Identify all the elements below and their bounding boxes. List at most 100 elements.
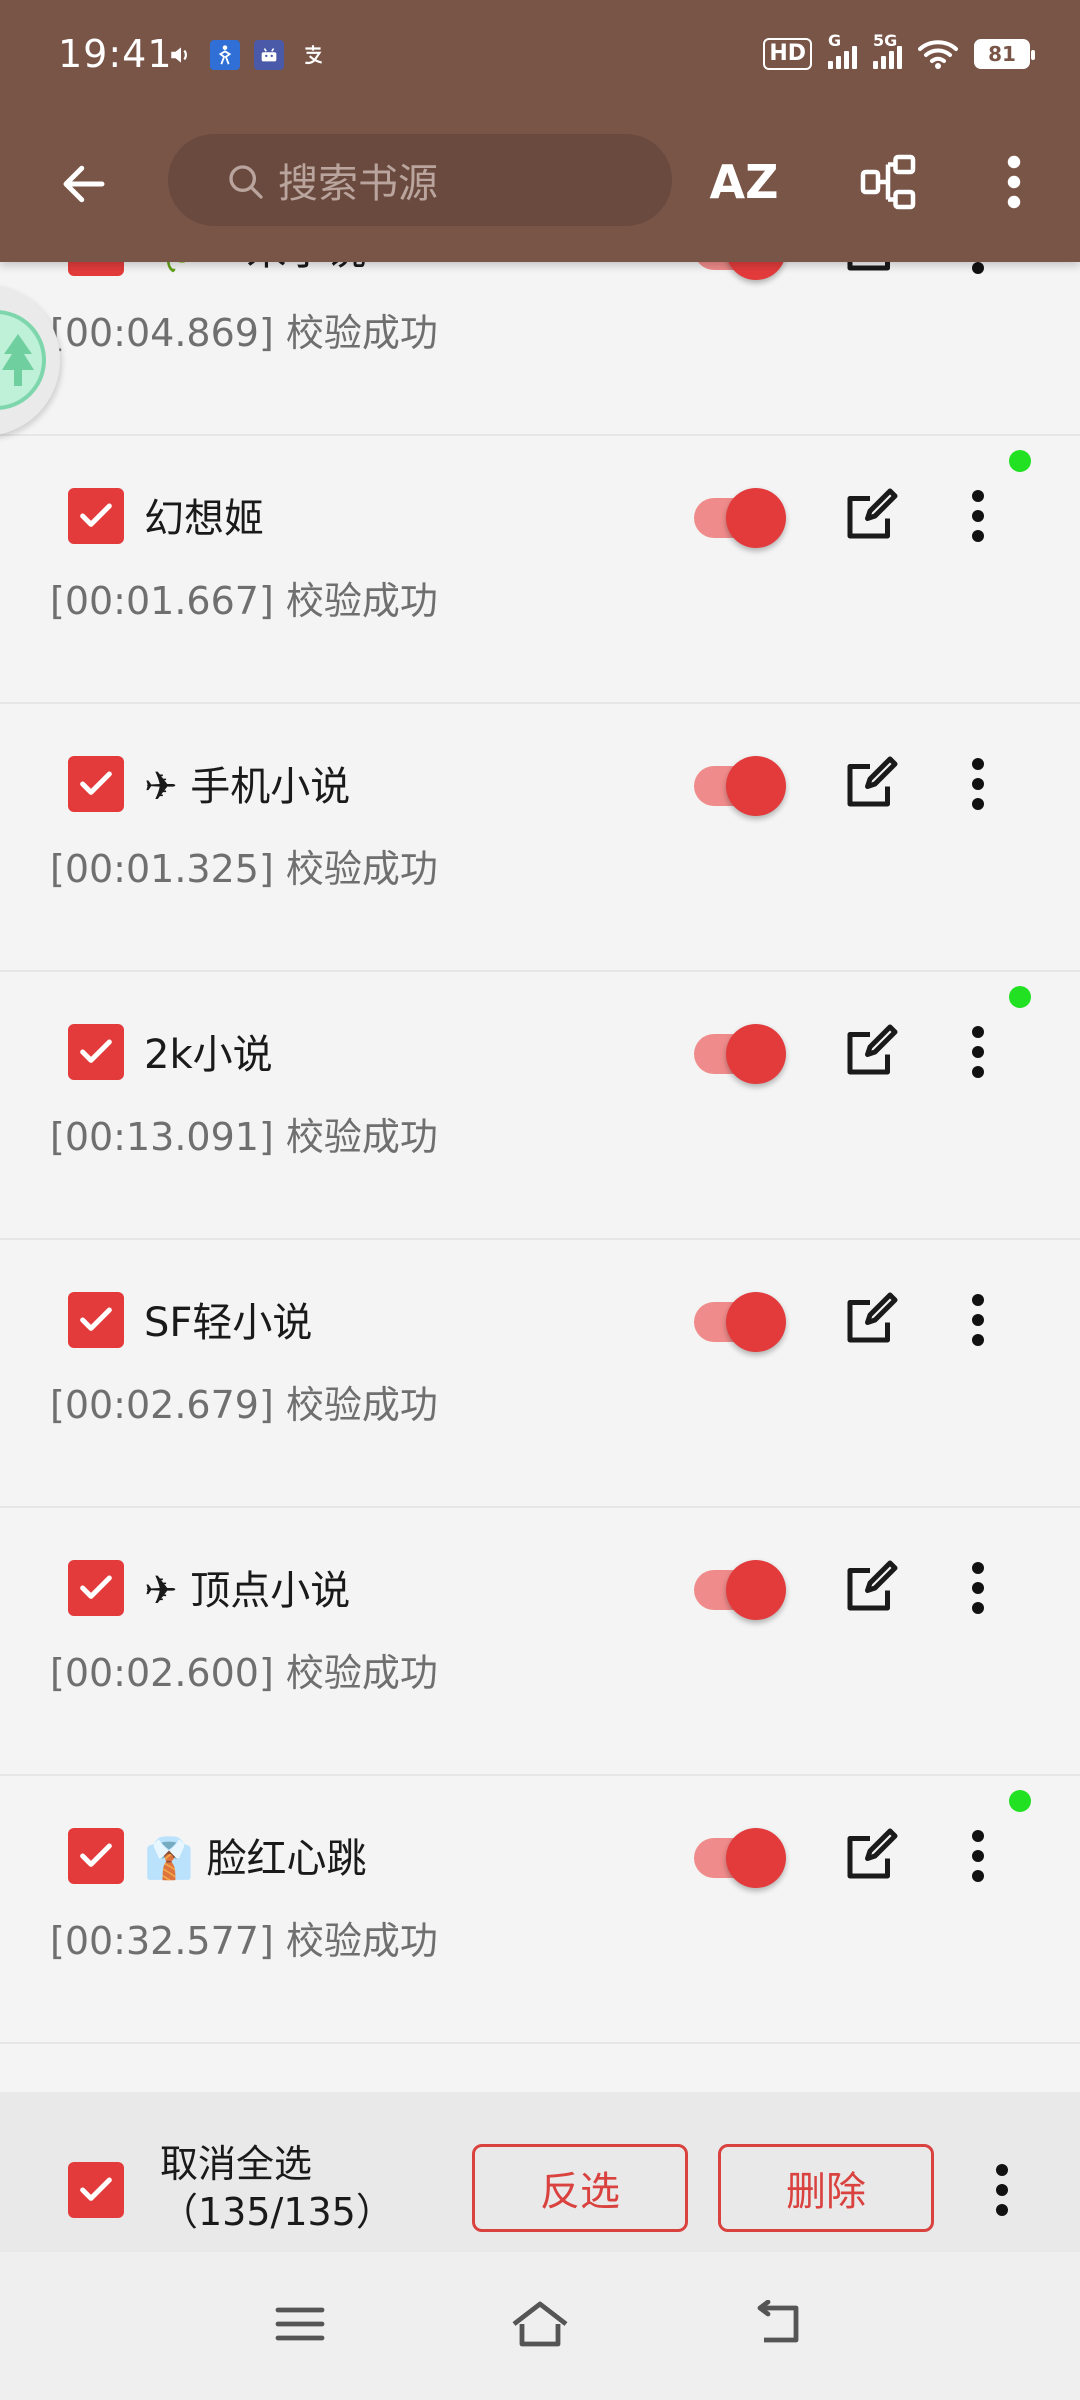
more-vertical-icon [972,262,984,274]
edit-icon [847,1024,898,1075]
more-vertical-icon [972,1026,984,1078]
enable-switch[interactable] [690,484,786,548]
alipay-icon [298,40,328,70]
group-tree-icon [860,154,916,210]
app-header: 19:41 HD G 5G 81 搜索书源 AZ [0,0,1080,262]
check-icon [76,262,116,268]
edit-button[interactable] [840,262,900,278]
edit-icon [847,1828,898,1879]
enable-switch[interactable] [690,262,786,280]
edit-button[interactable] [840,1290,900,1350]
volume-icon [166,40,196,70]
search-input[interactable]: 搜索书源 [168,134,672,226]
wifi-icon [918,40,958,69]
nav-home-button[interactable] [500,2292,580,2356]
more-vertical-icon [972,1294,984,1346]
battery-indicator: 81 [974,39,1035,69]
more-vertical-icon [972,758,984,810]
more-vertical-icon [972,1830,984,1882]
back-icon [757,2300,799,2343]
status-time: 19:41 [58,32,173,76]
source-row[interactable]: 👔 脸红心跳 [00:32.577] 校验成功 [0,1776,1080,2044]
nav-recents-button[interactable] [260,2292,340,2356]
source-name: SF轻小说 [144,1300,313,1346]
home-icon [512,2301,568,2347]
row-checkbox[interactable] [68,262,124,276]
more-vertical-icon [1007,155,1021,209]
selection-action-bar: 取消全选 （135/135） 反选 删除 [0,2092,1080,2252]
nav-back-button[interactable] [740,2292,820,2356]
toolbar: 搜索书源 AZ [0,112,1080,262]
switch-thumb [726,1292,786,1352]
row-menu-button[interactable] [952,750,1004,818]
online-dot [1009,986,1031,1008]
source-name: ✈ 顶点小说 [144,1568,351,1614]
check-icon [80,1843,112,1867]
overflow-menu-button[interactable] [974,142,1054,222]
source-row[interactable]: ✈ 顶点小说 [00:02.600] 校验成功 [0,1508,1080,1776]
status-right-icons: HD G 5G 81 [763,31,1035,70]
row-menu-button[interactable] [952,1554,1004,1622]
source-row[interactable]: ☘️ 一米小说 [00:04.869] 校验成功 [0,262,1080,436]
source-row[interactable]: ✈ 手机小说 [00:01.325] 校验成功 [0,704,1080,972]
enable-switch[interactable] [690,752,786,816]
switch-thumb [726,1024,786,1084]
switch-thumb [726,756,786,816]
source-name: ☘️ 一米小说 [144,262,367,276]
delete-button[interactable]: 删除 [718,2144,934,2232]
row-menu-button[interactable] [952,1286,1004,1354]
bottom-more-button[interactable] [980,2152,1024,2228]
status-bar: 19:41 HD G 5G 81 [0,0,1080,112]
arrow-left-icon [63,165,105,203]
row-menu-button[interactable] [952,262,1004,282]
switch-thumb [726,488,786,548]
tree-icon [2,334,34,386]
edit-button[interactable] [840,754,900,814]
enable-switch[interactable] [690,1020,786,1084]
enable-switch[interactable] [690,1288,786,1352]
row-checkbox[interactable] [68,488,124,544]
select-all-checkbox[interactable] [68,2162,124,2218]
edit-button[interactable] [840,1826,900,1886]
check-icon [80,1307,112,1331]
edit-button[interactable] [840,1022,900,1082]
book-source-list: ☘️ 一米小说 [00:04.869] 校验成功 幻想姬 [00:01.66 [0,262,1080,2092]
row-checkbox[interactable] [68,1024,124,1080]
edit-button[interactable] [840,1558,900,1618]
edit-icon [847,756,898,807]
source-status: [00:02.600] 校验成功 [50,1651,438,1695]
source-status: [00:01.325] 校验成功 [50,847,438,891]
more-vertical-icon [972,490,984,542]
system-nav-bar [0,2252,1080,2400]
sort-az-icon: AZ [709,155,779,209]
row-checkbox[interactable] [68,1560,124,1616]
row-menu-button[interactable] [952,1822,1004,1890]
status-left-icons [166,40,328,70]
deselect-all-label[interactable]: 取消全选 [160,2140,312,2188]
sort-az-button[interactable]: AZ [704,142,784,222]
edit-icon [847,1292,898,1343]
signal-icon: G [828,31,857,69]
source-row[interactable]: 2k小说 [00:13.091] 校验成功 [0,972,1080,1240]
source-row[interactable]: SF轻小说 [00:02.679] 校验成功 [0,1240,1080,1508]
group-button[interactable] [848,142,928,222]
search-placeholder: 搜索书源 [278,161,438,207]
source-name: 👔 脸红心跳 [144,1836,367,1882]
source-row[interactable]: 幻想姬 [00:01.667] 校验成功 [0,436,1080,704]
enable-switch[interactable] [690,1556,786,1620]
fab-inner [0,310,46,410]
row-checkbox[interactable] [68,1292,124,1348]
invert-selection-button[interactable]: 反选 [472,2144,688,2232]
edit-icon [847,1560,898,1611]
row-checkbox[interactable] [68,1828,124,1884]
enable-switch[interactable] [690,1824,786,1888]
source-status: [00:32.577] 校验成功 [50,1919,438,1963]
switch-thumb [726,1828,786,1888]
search-icon [229,165,263,199]
row-menu-button[interactable] [952,1018,1004,1086]
row-checkbox[interactable] [68,756,124,812]
row-menu-button[interactable] [952,482,1004,550]
back-button[interactable] [48,148,120,220]
check-icon [80,1039,112,1063]
edit-button[interactable] [840,486,900,546]
